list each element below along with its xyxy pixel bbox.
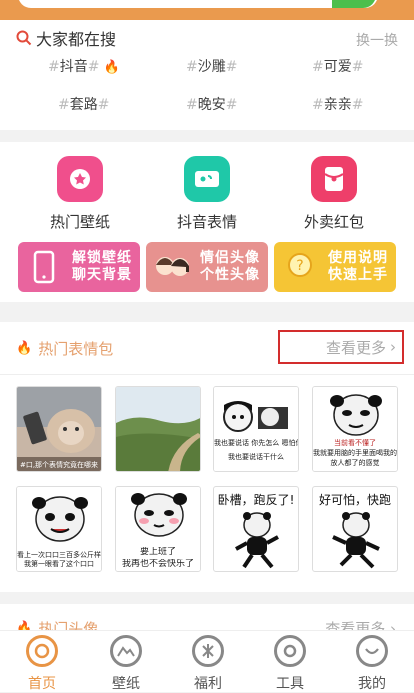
fire-icon: 🔥 <box>103 60 120 75</box>
nav-wallpaper[interactable]: 壁纸 <box>96 635 156 693</box>
sticker-caption: 我再也不会快乐了 <box>121 559 194 569</box>
landscape-photo-image <box>116 387 200 471</box>
sticker-caption: 我第一眼看了这个口口 <box>24 560 94 568</box>
monkey-photo-image <box>17 387 101 471</box>
nav-profile[interactable]: 我的 <box>342 635 402 693</box>
sticker-caption: 看上一次口口三百多公斤样的 <box>17 551 101 559</box>
banner-line1: 解锁壁纸 <box>72 250 132 266</box>
wallpaper-icon <box>57 156 103 202</box>
sticker-caption: 放人都了的感觉 <box>330 459 380 467</box>
sticker-item[interactable]: 看上一次口口三百多公斤样的 我第一眼看了这个口口 <box>16 486 102 572</box>
sticker-caption: 我就要用脑的手里面喝我的啊 <box>313 449 397 457</box>
feature-card: 热门壁纸 抖音表情 外卖红包 解锁壁纸 聊天背景 情侣头像 个性头像 ? 使用说明快… <box>0 142 414 302</box>
chevron-right-icon: › <box>390 338 396 356</box>
nav-home[interactable]: 首页 <box>12 635 72 693</box>
sticker-caption: 我也要说话干什么 <box>228 453 284 461</box>
sticker-caption: 好可怕，快跑 <box>318 493 391 507</box>
banner-line1: 使用说明 <box>328 250 388 266</box>
view-more-button[interactable]: 查看更多 › <box>278 330 404 364</box>
view-more-label: 查看更多 <box>325 338 386 357</box>
banner-avatar[interactable]: 情侣头像 个性头像 <box>146 242 268 292</box>
feature-douyin-stickers[interactable]: 抖音表情 <box>162 156 252 232</box>
tag-label: 亲亲 <box>323 97 352 113</box>
nav-label: 我的 <box>358 676 386 692</box>
fire-icon: 🔥 <box>16 341 33 356</box>
nav-welfare[interactable]: 福利 <box>178 635 238 693</box>
nav-label: 壁纸 <box>112 676 140 692</box>
banner-wallpaper[interactable]: 解锁壁纸 聊天背景 <box>18 242 140 292</box>
tag-label: 抖音 <box>59 59 88 75</box>
banner-line2: 快速上手 <box>328 267 388 283</box>
sticker-item[interactable]: 当前看不懂了 我就要用脑的手里面喝我的啊 放人都了的感觉 <box>312 386 398 472</box>
tools-icon <box>274 635 306 667</box>
running-panda-image <box>332 512 380 569</box>
banner-line1: 情侣头像 <box>200 250 260 266</box>
nav-tools[interactable]: 工具 <box>260 635 320 693</box>
nav-label: 福利 <box>194 676 222 692</box>
search-bar[interactable] <box>18 0 378 8</box>
feature-label: 抖音表情 <box>176 213 237 231</box>
sticker-item[interactable]: 好可怕，快跑 <box>312 486 398 572</box>
search-tag[interactable]: #亲亲# <box>312 94 363 114</box>
hot-search-header: 大家都在搜 <box>16 26 116 50</box>
feature-label: 外卖红包 <box>303 213 364 231</box>
banner-line2: 个性头像 <box>200 267 260 283</box>
divider <box>0 374 414 375</box>
svg-text:?: ? <box>296 258 303 274</box>
running-panda-image <box>235 512 279 569</box>
nav-label: 首页 <box>28 676 56 692</box>
hot-search-card: 大家都在搜 换一换 #抖音# 🔥 #沙雕# #可爱# #套路# #晚安# #亲亲# <box>0 20 414 130</box>
couple-icon <box>152 247 192 287</box>
sticker-caption: #口,那个表情究竟在哪来 <box>19 461 99 469</box>
search-tag[interactable]: #沙雕# <box>186 56 237 76</box>
search-tag[interactable]: #套路# <box>58 94 109 114</box>
search-tag[interactable]: #晚安# <box>186 94 237 114</box>
ticket-icon <box>184 156 230 202</box>
mountain-icon <box>110 635 142 667</box>
section-title: 热门表情包 <box>38 340 114 358</box>
bottom-navigation: 首页 壁纸 福利 工具 我的 <box>0 630 414 692</box>
gift-icon <box>192 635 224 667</box>
refresh-button[interactable]: 换一换 <box>356 30 398 50</box>
sticker-item[interactable]: 我也要说话 你先怎么 嗯怕你喊 我也要说话干什么 <box>213 386 299 472</box>
banner-line2: 聊天背景 <box>72 267 132 283</box>
sticker-caption: 当前看不懂了 <box>334 439 376 447</box>
profile-icon <box>356 635 388 667</box>
tag-label: 可爱 <box>323 59 352 75</box>
nav-label: 工具 <box>276 676 304 692</box>
sticker-caption: 要上班了 <box>139 547 176 557</box>
search-icon <box>16 30 32 46</box>
search-tag[interactable]: #抖音# 🔥 <box>48 56 120 76</box>
tag-label: 晚安 <box>197 97 226 113</box>
sticker-item[interactable]: 卧槽，跑反了! <box>213 486 299 572</box>
hot-stickers-card: 🔥 热门表情包 查看更多 › #口,那个表情究竟在哪来 我也要说话 你先怎么 嗯… <box>0 322 414 592</box>
tag-label: 套路 <box>69 97 98 113</box>
home-icon <box>26 635 58 667</box>
phone-icon <box>24 247 64 287</box>
hot-stickers-header: 🔥 热门表情包 <box>16 338 113 359</box>
help-icon: ? <box>280 247 320 287</box>
sticker-caption: 卧槽，跑反了! <box>217 493 295 507</box>
feature-label: 热门壁纸 <box>49 213 110 231</box>
feature-takeout-red-envelope[interactable]: 外卖红包 <box>289 156 379 232</box>
sticker-caption: 我也要说话 你先怎么 嗯怕你喊 <box>214 439 298 447</box>
sticker-item[interactable]: #口,那个表情究竟在哪来 <box>16 386 102 472</box>
sticker-item[interactable]: 要上班了 我再也不会快乐了 <box>115 486 201 572</box>
banner-guide[interactable]: ? 使用说明 快速上手 <box>274 242 396 292</box>
tag-label: 沙雕 <box>197 59 226 75</box>
feature-hot-wallpaper[interactable]: 热门壁纸 <box>35 156 125 232</box>
sticker-item[interactable] <box>115 386 201 472</box>
hot-search-title: 大家都在搜 <box>36 30 117 49</box>
red-envelope-icon <box>311 156 357 202</box>
search-tag[interactable]: #可爱# <box>312 56 363 76</box>
